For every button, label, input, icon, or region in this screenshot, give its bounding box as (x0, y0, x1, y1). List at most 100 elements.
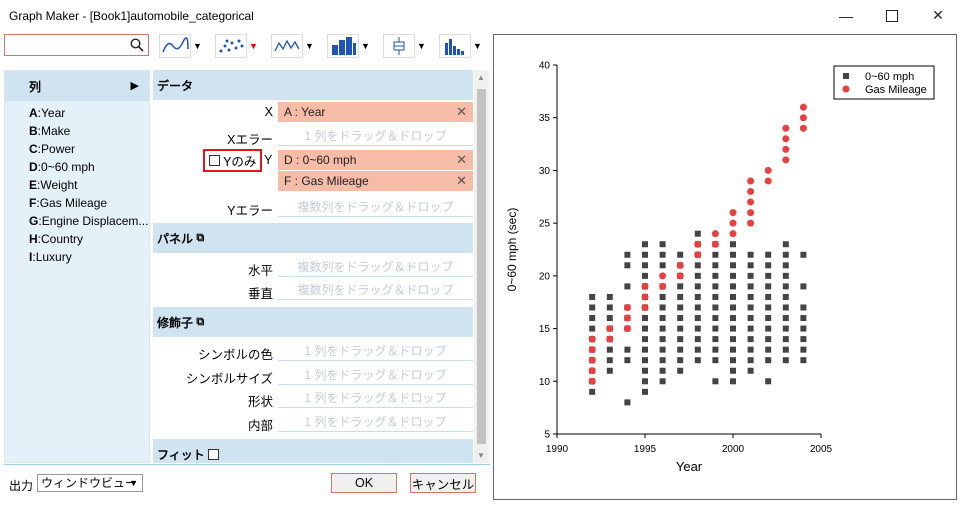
symbol-color-slot[interactable]: 1 列をドラッグ＆ドロップ (278, 341, 473, 361)
data-point-square (730, 378, 736, 385)
column-item-c[interactable]: C:Power (5, 140, 149, 158)
chevron-down-icon[interactable]: ▼ (361, 41, 370, 51)
y-tick-label: 10 (539, 377, 551, 388)
data-point-circle (782, 135, 790, 143)
data-point-square (730, 283, 736, 290)
remove-icon[interactable]: ✕ (456, 102, 467, 122)
data-point-square (694, 293, 701, 300)
data-point-circle (676, 261, 684, 269)
chevron-down-icon[interactable]: ▼ (473, 41, 482, 51)
data-point-square (589, 293, 596, 300)
data-point-square (765, 315, 772, 322)
data-point-square (747, 304, 754, 311)
close-icon: ✕ (932, 7, 944, 23)
column-item-g[interactable]: G:Engine Displacem... (5, 212, 149, 230)
column-graph-button[interactable]: ▼ (327, 33, 370, 59)
scroll-up-icon[interactable]: ▲ (477, 73, 485, 82)
data-point-circle (747, 177, 755, 185)
data-point-square (712, 378, 719, 385)
box-chart-button[interactable]: ▼ (383, 33, 426, 59)
histogram-button[interactable]: ▼ (439, 33, 482, 59)
data-point-square (659, 241, 666, 248)
line-symbol-graph-button[interactable]: ▼ (271, 33, 314, 59)
column-item-f[interactable]: F:Gas Mileage (5, 194, 149, 212)
data-point-square (747, 315, 754, 322)
search-icon[interactable] (130, 38, 144, 52)
chevron-down-icon[interactable]: ▼ (305, 41, 314, 51)
data-point-square (606, 346, 613, 353)
vertical-slot[interactable]: 複数列をドラッグ＆ドロップ (278, 280, 473, 300)
data-point-square (782, 272, 789, 279)
y-slot-1[interactable]: D : 0~60 mph ✕ (278, 150, 473, 170)
maximize-button[interactable] (869, 0, 915, 31)
modifier-section-header[interactable]: 修飾子 ⧉ (153, 307, 473, 337)
data-point-square (800, 315, 807, 322)
symbol-size-slot[interactable]: 1 列をドラッグ＆ドロップ (278, 365, 473, 385)
column-item-i[interactable]: I:Luxury (5, 248, 149, 266)
legend-label: 0~60 mph (865, 71, 914, 83)
fit-checkbox[interactable] (208, 448, 220, 460)
search-box[interactable] (4, 34, 149, 56)
data-point-square (659, 325, 666, 332)
column-item-d[interactable]: D:0~60 mph (5, 158, 149, 176)
data-point-circle (782, 156, 790, 164)
modifier-icon: ⧉ (196, 315, 205, 328)
chevron-down-icon: ▼ (129, 478, 138, 488)
expand-arrow-icon[interactable]: ▶ (131, 79, 139, 92)
fit-section-header[interactable]: フィット (153, 439, 473, 463)
chevron-down-icon[interactable]: ▼ (249, 41, 258, 51)
data-point-circle (588, 367, 596, 375)
horizontal-slot[interactable]: 複数列をドラッグ＆ドロップ (278, 257, 473, 277)
close-button[interactable]: ✕ (915, 0, 961, 31)
column-item-a[interactable]: A:Year (5, 104, 149, 122)
data-point-square (712, 315, 719, 322)
data-point-square (800, 304, 807, 311)
x-tick-label: 1995 (634, 444, 657, 455)
remove-icon[interactable]: ✕ (456, 150, 467, 170)
y-only-checkbox[interactable]: Yのみ (203, 149, 262, 172)
data-point-square (642, 378, 648, 385)
data-point-circle (623, 303, 631, 311)
data-point-square (642, 336, 648, 343)
scatter-graph-button[interactable]: ▼ (215, 33, 258, 59)
output-select[interactable]: ウィンドウビュー ▼ (37, 474, 143, 492)
column-item-h[interactable]: H:Country (5, 230, 149, 248)
y-slot-2[interactable]: F : Gas Mileage ✕ (278, 171, 473, 191)
data-point-square (747, 251, 754, 258)
scroll-down-icon[interactable]: ▼ (477, 451, 485, 460)
panel-section-header[interactable]: パネル ⧉ (153, 223, 473, 253)
minimize-button[interactable]: — (823, 0, 869, 31)
data-point-square (659, 251, 666, 258)
yerr-slot[interactable]: 複数列をドラッグ＆ドロップ (278, 197, 473, 217)
data-point-square (677, 304, 684, 311)
x-slot[interactable]: A : Year ✕ (278, 102, 473, 122)
data-point-circle (676, 272, 684, 280)
column-item-e[interactable]: E:Weight (5, 176, 149, 194)
cancel-button[interactable]: キャンセル (410, 473, 476, 493)
chevron-down-icon[interactable]: ▼ (417, 41, 426, 51)
column-item-b[interactable]: B:Make (5, 122, 149, 140)
data-point-square (782, 262, 789, 269)
chevron-down-icon[interactable]: ▼ (193, 41, 202, 51)
data-section-header[interactable]: データ (153, 70, 473, 100)
ok-button[interactable]: OK (331, 473, 397, 493)
data-point-square (765, 293, 772, 300)
data-point-square (730, 272, 736, 279)
data-point-circle (641, 293, 649, 301)
data-point-square (659, 378, 666, 385)
search-input[interactable] (7, 36, 126, 56)
line-graph-button[interactable]: ▼ (159, 33, 202, 59)
data-point-square (677, 346, 684, 353)
data-point-square (782, 293, 789, 300)
data-point-square (642, 315, 648, 322)
data-point-circle (764, 177, 772, 185)
remove-icon[interactable]: ✕ (456, 171, 467, 191)
scrollbar[interactable]: ▲ ▼ (474, 70, 489, 463)
checkbox[interactable] (208, 155, 220, 166)
interior-slot[interactable]: 1 列をドラッグ＆ドロップ (278, 412, 473, 432)
shape-slot[interactable]: 1 列をドラッグ＆ドロップ (278, 388, 473, 408)
data-point-square (659, 304, 666, 311)
scrollbar-thumb[interactable] (477, 89, 486, 444)
xerr-slot[interactable]: 1 列をドラッグ＆ドロップ (278, 126, 473, 146)
panel-icon: ⧉ (196, 231, 205, 244)
